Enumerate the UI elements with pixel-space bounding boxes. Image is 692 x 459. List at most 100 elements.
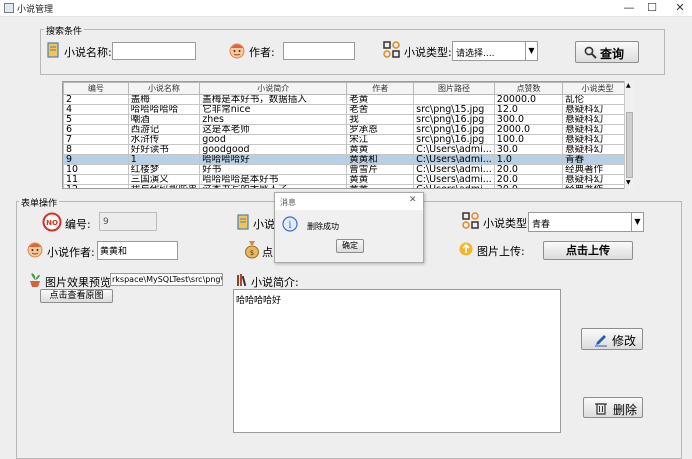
table-row[interactable]: 10 红楼梦 好书 曹雪芹 C:\Users\admi... 20.0 经典著作: [63, 164, 633, 175]
column-header[interactable]: 点赞数: [493, 82, 564, 95]
table-cell: 20.0: [493, 174, 564, 185]
table-cell: 我: [346, 114, 415, 125]
table-cell: 三国演义: [127, 174, 201, 185]
modify-button[interactable]: 修改: [581, 328, 643, 350]
chevron-down-icon[interactable]: ▼: [631, 213, 643, 231]
scroll-down-icon[interactable]: ▼: [626, 180, 631, 186]
search-type-select[interactable]: 请选择.... ▼: [452, 41, 538, 61]
table-cell: C:\Users\admi...: [413, 184, 495, 188]
books-icon: [237, 274, 247, 287]
table-cell: 盖梅: [127, 94, 201, 105]
upload-button[interactable]: 点击上传: [543, 241, 633, 260]
intro-textarea[interactable]: 哈哈哈哈好: [233, 289, 561, 433]
column-header[interactable]: 小说名称: [127, 82, 201, 95]
chevron-down-icon[interactable]: ▼: [525, 42, 537, 60]
delete-button-label: 删除: [613, 403, 638, 417]
edit-author-label: 小说作者:: [47, 246, 95, 259]
grid-shapes-icon: [383, 41, 400, 58]
table-cell: 悬疑科幻: [562, 124, 633, 135]
edit-id-label: 编号:: [65, 218, 91, 231]
face-icon: [229, 43, 245, 59]
table-cell: 12.0: [493, 104, 564, 115]
app-icon: [4, 3, 14, 13]
table-cell: 哈哈哈哈是本好书: [199, 174, 348, 185]
dialog-title: 消息: [280, 198, 296, 207]
money-bag-icon: $: [245, 241, 259, 259]
table-row[interactable]: 2 盖梅 盖梅是本好书，数据插入 老黄 20000.0 乱伦: [63, 94, 633, 105]
edit-author-input[interactable]: [97, 241, 178, 260]
intro-text: 哈哈哈哈好: [236, 296, 282, 306]
dialog-ok-button[interactable]: 确定: [336, 239, 364, 253]
table-cell: goodgood: [199, 144, 348, 155]
dialog-close-button[interactable]: ✕: [409, 195, 417, 205]
table-cell: 黄黄: [346, 184, 415, 188]
table-scrollbar[interactable]: ▲ ▼: [624, 81, 634, 189]
column-header[interactable]: 小说简介: [199, 82, 348, 95]
table-row[interactable]: 8 好好读书 goodgood 黄黄 C:\Users\admi... 30.0 悬疑科幻: [63, 144, 633, 155]
face-icon: [27, 242, 43, 258]
pen-icon: [595, 335, 607, 347]
view-original-button[interactable]: 点击查看原图: [40, 289, 113, 303]
table-row[interactable]: 7 水浒传 good 宋江 src\png\16.jpg 100.0 悬疑科幻: [63, 134, 633, 145]
trash-icon: [595, 403, 607, 415]
table-cell: 12: [63, 184, 129, 188]
preview-path-field: rkspace\MySQLTest\src\png\1111.jpg: [110, 273, 223, 286]
table-cell: src\png\16.jpg: [413, 114, 495, 125]
table-cell: 7: [63, 134, 129, 145]
table-cell: 1: [127, 154, 201, 165]
table-cell: [413, 94, 495, 105]
dialog-message: 删除成功: [307, 222, 339, 231]
book-icon: [47, 42, 59, 58]
edit-preview-label: 图片效果预览:: [45, 276, 115, 289]
table-cell: 嘲酒: [127, 114, 201, 125]
delete-button[interactable]: 删除: [583, 397, 643, 418]
edit-type-select[interactable]: 青春 ▼: [528, 212, 644, 232]
scroll-up-icon[interactable]: ▲: [626, 83, 631, 89]
table-cell: 悬疑科幻: [562, 144, 633, 155]
table-cell: 9: [63, 154, 129, 165]
column-header[interactable]: 小说类型: [562, 82, 633, 95]
table-row[interactable]: 12我与代码那些事这本书写的太感人了黄黄C:\Users\admi...20.0…: [63, 184, 633, 188]
column-header[interactable]: 图片路径: [413, 82, 495, 95]
table-cell: 11: [63, 174, 129, 185]
table-row[interactable]: 5 嘲酒 zhes 我 src\png\16.jpg 300.0 悬疑科幻: [63, 114, 633, 125]
up-arrow-circle-icon: [459, 242, 473, 256]
close-button[interactable]: ✕: [662, 0, 692, 17]
search-button[interactable]: 查询: [575, 41, 639, 63]
table-cell: 老黄: [346, 94, 415, 105]
table-cell: 20.0: [493, 184, 564, 188]
table-cell: 盖梅是本好书，数据插入: [199, 94, 348, 105]
table-cell: C:\Users\admi...: [413, 154, 495, 165]
search-name-input[interactable]: [112, 42, 196, 60]
column-header[interactable]: 编号: [63, 82, 129, 95]
table-cell: src\png\16.jpg: [413, 124, 495, 135]
table-header: 编号 小说名称 小说简介 作者 图片路径 点赞数 小说类型: [63, 82, 633, 95]
search-author-label: 作者:: [249, 46, 275, 59]
column-header[interactable]: 作者: [346, 82, 415, 95]
table-row[interactable]: 9 1 哈哈哈哈好 黄黄和 C:\Users\admi... 1.0 青春: [63, 154, 633, 165]
edit-intro-label: 小说简介:: [251, 276, 299, 289]
table-cell: 2000.0: [493, 124, 564, 135]
table-cell: 黄黄和: [346, 154, 415, 165]
scroll-thumb[interactable]: [626, 112, 633, 178]
book-icon: [237, 214, 249, 230]
search-type-selected: 请选择....: [456, 49, 495, 59]
table-cell: 1.0: [493, 154, 564, 165]
table-cell: 哈哈哈哈哈: [127, 104, 201, 115]
table-cell: 悬疑科幻: [562, 174, 633, 185]
table-cell: 4: [63, 104, 129, 115]
table-row[interactable]: 4 哈哈哈哈哈 它非常nice 老舍 src\png\15.jpg 12.0 悬疑科幻: [63, 104, 633, 115]
svg-text:NO: NO: [46, 219, 58, 227]
table-cell: 罗承恩: [346, 124, 415, 135]
search-type-label: 小说类型:: [404, 46, 452, 59]
table-cell: 经典著作: [562, 184, 633, 188]
novel-table[interactable]: 编号 小说名称 小说简介 作者 图片路径 点赞数 小说类型 2 盖梅 盖梅是本好书，数据插入 老黄…: [62, 81, 634, 189]
edit-type-label: 小说类型:: [483, 217, 531, 230]
search-author-input[interactable]: [283, 42, 355, 60]
table-row[interactable]: 6 西游记 这是本老师 罗承恩 src\png\16.jpg 2000.0 悬疑科幻: [63, 124, 633, 135]
table-cell: 曹雪芹: [346, 164, 415, 175]
table-cell: 100.0: [493, 134, 564, 145]
table-row[interactable]: 11 三国演义 哈哈哈哈是本好书 黄黄 C:\Users\admi... 20.0 悬疑科幻: [63, 174, 633, 185]
table-cell: 悬疑科幻: [562, 114, 633, 125]
potted-plant-icon: [30, 273, 40, 287]
